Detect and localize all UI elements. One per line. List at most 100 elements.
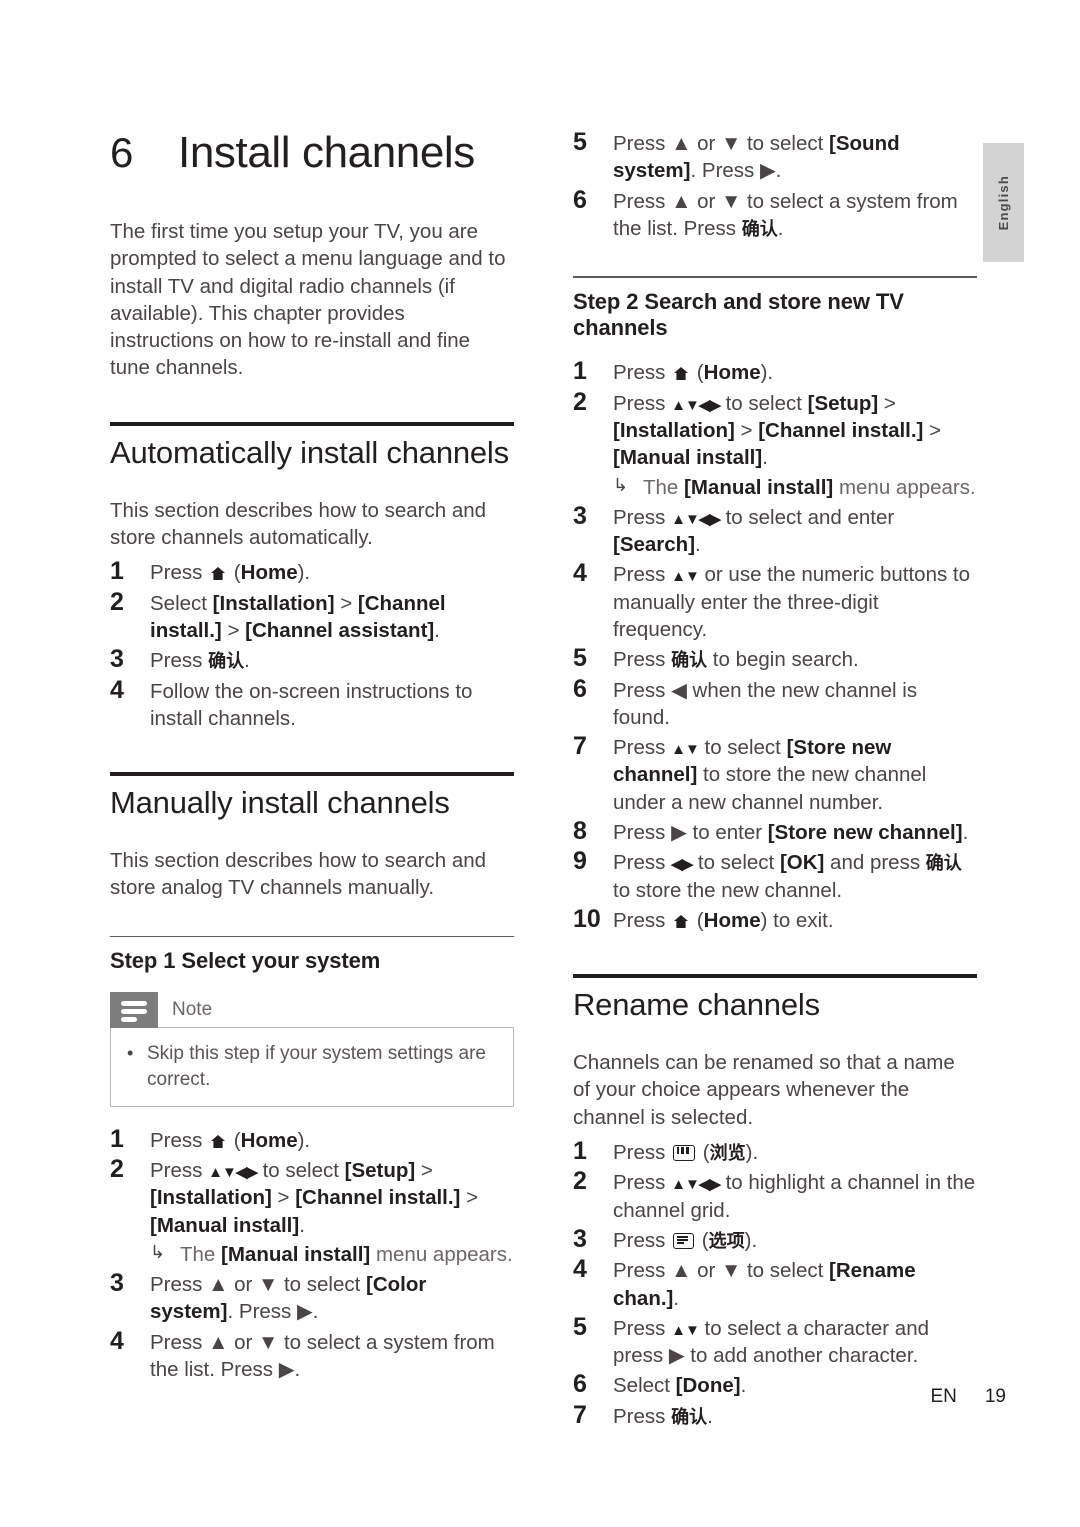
list-item: 2 Select [Installation] > [Channel insta… <box>110 587 514 645</box>
step1-steps-continued: 5 Press ▲ or ▼ to select [Sound system].… <box>573 128 977 243</box>
step-text: Press ▲ or ▼ to select a system from the… <box>613 189 958 240</box>
step-number: 5 <box>573 1312 587 1341</box>
browse-icon <box>673 1144 696 1161</box>
step-text: Press ▲ or ▼ to select [Sound system]. P… <box>613 132 900 183</box>
confirm-label: 确认 <box>208 651 245 673</box>
updown-arrows-icon: ▲▼ <box>671 568 700 586</box>
footer-language-code: EN <box>930 1386 957 1407</box>
list-item: • Skip this step if your system settings… <box>127 1041 497 1091</box>
manual-page: English 6 Install channels The first tim… <box>0 0 1080 1527</box>
list-item: 6 Press ▲ or ▼ to select a system from t… <box>573 185 977 243</box>
section-heading-manual: Manually install channels <box>110 785 450 821</box>
confirm-label: 确认 <box>741 218 778 240</box>
step1-heading: Step 1 Select your system <box>110 948 381 974</box>
chapter-number: 6 <box>110 129 133 176</box>
step-number: 1 <box>110 1124 124 1153</box>
list-item: 6 Press ◀ when the new channel is found. <box>573 675 977 732</box>
list-item: 1 Press (Home). <box>110 557 514 587</box>
list-item: 2 Press ▲▼◀▶ to select [Setup] > [Instal… <box>110 1155 514 1268</box>
language-side-tab: English <box>983 143 1024 262</box>
substep-arrow-icon: ↳ <box>613 474 629 495</box>
step-number: 2 <box>573 387 587 416</box>
list-item: 1 Press (Home). <box>110 1124 514 1155</box>
step-text: Press (Home). <box>613 361 774 385</box>
list-item: 3 Press ▲ or ▼ to select [Color system].… <box>110 1269 514 1326</box>
step-text: Press 确认. <box>150 649 250 673</box>
step-text: Press ▲▼◀▶ to select and enter [Search]. <box>613 505 895 557</box>
confirm-label: 确认 <box>671 1406 708 1428</box>
step-number: 7 <box>573 732 587 761</box>
step-number: 8 <box>573 816 587 845</box>
bullet-icon: • <box>127 1043 134 1064</box>
sub-step: ↳ The [Manual install] menu appears. <box>150 1241 514 1268</box>
note-header: Note <box>110 992 514 1029</box>
step-text: Press ▲▼◀▶ to highlight a channel in the… <box>613 1171 976 1222</box>
rename-intro-paragraph: Channels can be renamed so that a name o… <box>573 1051 955 1129</box>
substep-arrow-icon: ↳ <box>150 1241 166 1262</box>
list-item: 8 Press ▶ to enter [Store new channel]. <box>573 816 977 847</box>
list-item: 3 Press 确认. <box>110 645 514 675</box>
section-heading-auto: Automatically install channels <box>110 434 509 470</box>
note-body: • Skip this step if your system settings… <box>110 1027 514 1107</box>
section-automatically-install: Automatically install channels This sect… <box>110 421 514 733</box>
manual-intro-paragraph: This section describes how to search and… <box>110 849 487 900</box>
chapter-intro-paragraph: The first time you setup your TV, you ar… <box>110 220 506 380</box>
updown-arrows-icon: ▲▼ <box>671 1321 700 1339</box>
step-number: 6 <box>573 185 587 214</box>
home-icon <box>210 1129 226 1148</box>
subsection-rule <box>573 276 977 278</box>
substep-text: The [Manual install] menu appears. <box>643 475 976 499</box>
auto-intro-paragraph: This section describes how to search and… <box>110 498 487 549</box>
subsection-step-2: Step 2 Search and store new TV channels … <box>573 276 977 934</box>
step-text: Press ▲▼ to select [Store new channel] t… <box>613 736 927 814</box>
step-text: Press ▶ to enter [Store new channel]. <box>613 820 969 844</box>
step-text: Press (Home). <box>150 1128 311 1152</box>
list-item: 2 Press ▲▼◀▶ to select [Setup] > [Instal… <box>573 387 977 501</box>
options-icon <box>673 1232 695 1249</box>
note-icon <box>110 992 158 1029</box>
note-item-text: Skip this step if your system settings a… <box>147 1043 486 1090</box>
auto-steps-list: 1 Press (Home). 2 Select [Installation] … <box>110 557 514 733</box>
step-number: 9 <box>573 847 587 876</box>
step-number: 10 <box>573 904 601 933</box>
leftright-arrows-icon: ◀▶ <box>671 856 693 874</box>
section-rule <box>110 421 514 426</box>
section-rule <box>110 772 514 777</box>
step-text: Press (选项). <box>613 1228 758 1252</box>
right-column: 5 Press ▲ or ▼ to select [Sound system].… <box>573 128 977 1433</box>
list-item: 7 Press ▲▼ to select [Store new channel]… <box>573 732 977 816</box>
step-number: 1 <box>573 1136 587 1165</box>
step-text: Press (浏览). <box>613 1140 759 1164</box>
step-text: Press ◀ when the new channel is found. <box>613 678 918 729</box>
step-number: 4 <box>110 675 124 704</box>
step-number: 4 <box>573 1255 587 1284</box>
list-item: 1 Press (浏览). <box>573 1136 977 1167</box>
step-text: Press (Home). <box>150 561 311 585</box>
list-item: 9 Press ◀▶ to select [OK] and press 确认 t… <box>573 847 977 904</box>
step2-heading: Step 2 Search and store new TV channels <box>573 288 904 340</box>
section-heading-rename: Rename channels <box>573 987 820 1023</box>
step-number: 2 <box>110 587 124 616</box>
dpad-arrows-icon: ▲▼◀▶ <box>671 510 721 528</box>
step-number: 2 <box>110 1155 124 1184</box>
list-item: 5 Press 确认 to begin search. <box>573 644 977 674</box>
step-number: 2 <box>573 1167 587 1196</box>
step-text: Follow the on-screen instructions to ins… <box>150 679 473 730</box>
step2-steps-list: 1 Press (Home). 2 Press ▲▼◀▶ to select [… <box>573 357 977 935</box>
step-text: Press ▲ or ▼ to select [Rename chan.]. <box>613 1259 916 1310</box>
confirm-label: 确认 <box>925 853 962 875</box>
step-number: 4 <box>573 559 587 588</box>
note-title: Note <box>172 999 213 1021</box>
list-item: 4 Follow the on-screen instructions to i… <box>110 675 514 733</box>
list-item: 10 Press (Home) to exit. <box>573 904 977 935</box>
step-text: Press ▲▼◀▶ to select [Setup] > [Installa… <box>613 390 977 501</box>
section-manually-install: Manually install channels This section d… <box>110 772 514 901</box>
footer-page-number: 19 <box>984 1386 1006 1407</box>
dpad-arrows-icon: ▲▼◀▶ <box>671 1176 721 1194</box>
step-text: Press ▲▼ or use the numeric buttons to m… <box>613 563 971 641</box>
note-box: Note • Skip this step if your system set… <box>110 992 514 1107</box>
step-number: 1 <box>110 557 124 586</box>
subsection-rule <box>110 935 514 938</box>
confirm-label: 确认 <box>671 650 708 672</box>
step-number: 5 <box>573 644 587 673</box>
